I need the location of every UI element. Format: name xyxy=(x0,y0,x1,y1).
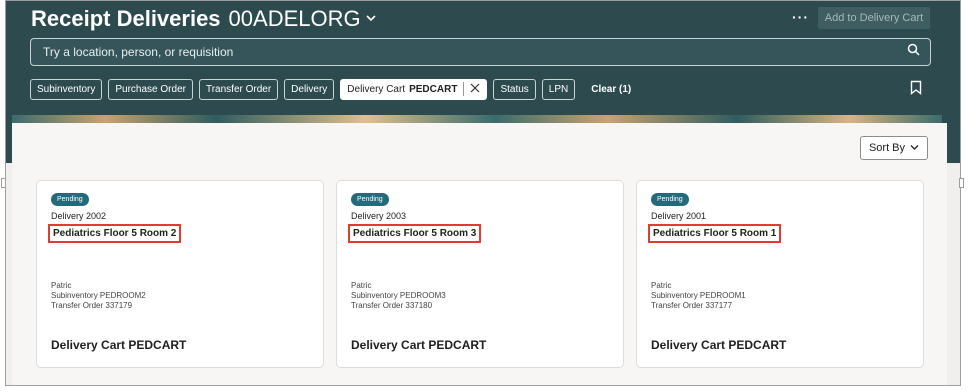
search-input[interactable]: Try a location, person, or requisition xyxy=(43,45,907,59)
title-row: Receipt Deliveries 00ADELORG xyxy=(31,6,377,32)
subinventory: Subinventory PEDROOM2 xyxy=(51,291,146,300)
delivery-card[interactable]: Pending Delivery 2002 Pediatrics Floor 5… xyxy=(36,180,324,368)
requester: Patric xyxy=(51,281,72,290)
delivery-card[interactable]: Pending Delivery 2001 Pediatrics Floor 5… xyxy=(636,180,924,368)
filter-status[interactable]: Status xyxy=(493,78,536,100)
delivery-number: Delivery 2001 xyxy=(651,211,707,221)
status-badge: Pending xyxy=(351,193,389,206)
add-to-delivery-cart-button[interactable]: Add to Delivery Cart xyxy=(818,7,930,29)
delivery-details: Patric Subinventory PEDROOM2 Transfer Or… xyxy=(51,281,146,311)
filter-lpn[interactable]: LPN xyxy=(541,78,576,100)
status-badge: Pending xyxy=(51,193,89,206)
delivery-details: Patric Subinventory PEDROOM3 Transfer Or… xyxy=(351,281,446,311)
search-icon[interactable] xyxy=(907,43,920,61)
filter-delivery-cart-label: Delivery Cart xyxy=(347,83,406,95)
filter-delivery-cart-value: PEDCART xyxy=(409,83,458,95)
chevron-down-icon[interactable] xyxy=(365,10,377,28)
app-frame: Receipt Deliveries 00ADELORG ··· Add to … xyxy=(5,0,961,386)
filter-bar: Subinventory Purchase Order Transfer Ord… xyxy=(30,77,631,101)
delivery-location: Pediatrics Floor 5 Room 3 xyxy=(348,224,482,243)
org-selector[interactable]: 00ADELORG xyxy=(229,6,361,32)
requester: Patric xyxy=(651,281,672,290)
close-icon[interactable] xyxy=(470,83,480,96)
transfer-order: Transfer Order 337177 xyxy=(651,301,733,310)
transfer-order: Transfer Order 337179 xyxy=(51,301,133,310)
resize-handle-left[interactable] xyxy=(1,178,6,188)
subinventory: Subinventory PEDROOM1 xyxy=(651,291,746,300)
search-bar[interactable]: Try a location, person, or requisition xyxy=(30,38,931,66)
transfer-order: Transfer Order 337180 xyxy=(351,301,433,310)
delivery-location: Pediatrics Floor 5 Room 2 xyxy=(48,224,182,243)
bookmark-icon[interactable] xyxy=(910,80,922,100)
status-badge: Pending xyxy=(651,193,689,206)
decorative-banner xyxy=(12,115,942,123)
filter-purchase-order[interactable]: Purchase Order xyxy=(108,78,193,100)
requester: Patric xyxy=(351,281,372,290)
page-title: Receipt Deliveries xyxy=(31,6,221,31)
resize-handle-right[interactable] xyxy=(959,178,964,188)
delivery-card[interactable]: Pending Delivery 2003 Pediatrics Floor 5… xyxy=(336,180,624,368)
filter-delivery[interactable]: Delivery xyxy=(284,78,335,100)
filter-subinventory[interactable]: Subinventory xyxy=(30,78,103,100)
filter-delivery-cart[interactable]: Delivery Cart PEDCART xyxy=(340,78,488,100)
delivery-number: Delivery 2002 xyxy=(51,211,107,221)
delivery-number: Delivery 2003 xyxy=(351,211,407,221)
subinventory: Subinventory PEDROOM3 xyxy=(351,291,446,300)
clear-filters-link[interactable]: Clear (1) xyxy=(591,84,631,95)
filter-transfer-order[interactable]: Transfer Order xyxy=(198,78,279,100)
delivery-details: Patric Subinventory PEDROOM1 Transfer Or… xyxy=(651,281,746,311)
chevron-down-icon xyxy=(910,142,919,154)
delivery-location: Pediatrics Floor 5 Room 1 xyxy=(648,224,782,243)
sort-by-label: Sort By xyxy=(868,142,906,154)
more-actions-button[interactable]: ··· xyxy=(792,9,809,25)
chip-divider xyxy=(463,82,465,96)
delivery-cart: Delivery Cart PEDCART xyxy=(51,338,187,352)
delivery-cart: Delivery Cart PEDCART xyxy=(351,338,487,352)
sort-by-button[interactable]: Sort By xyxy=(860,136,928,160)
delivery-cart: Delivery Cart PEDCART xyxy=(651,338,787,352)
